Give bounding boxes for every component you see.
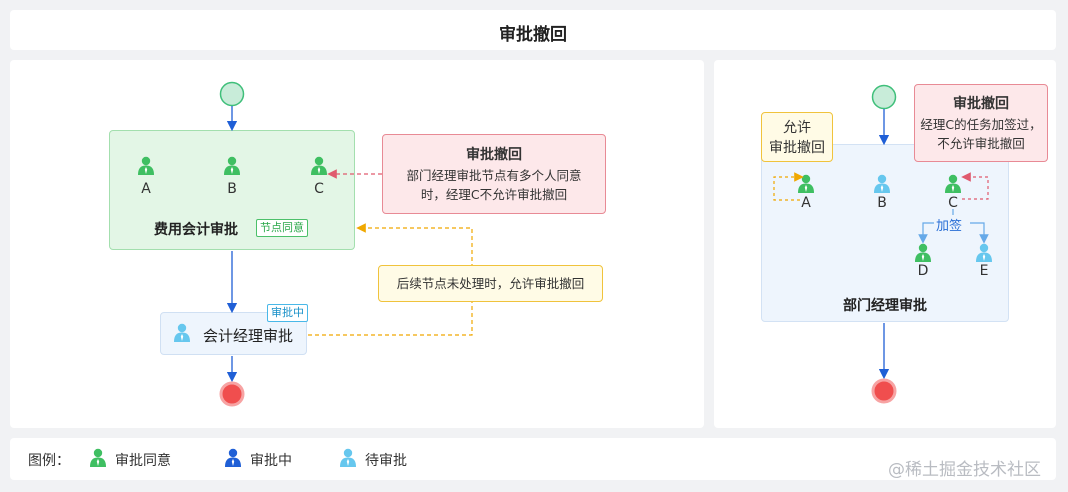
note-withdraw-allowed: 后续节点未处理时，允许审批撤回 <box>378 265 603 302</box>
note-line: 允许 <box>783 120 811 136</box>
person-icon-b <box>874 174 890 193</box>
diagram-graphics <box>90 81 992 467</box>
add-sign-label: 加签 <box>936 219 963 234</box>
status-badge: 节点同意 <box>256 219 308 237</box>
person-icon-accmgr <box>174 323 190 342</box>
approver-label-a: A <box>801 195 811 211</box>
person-icon-b <box>224 156 240 175</box>
approver-label-b: B <box>227 181 237 197</box>
watermark: @稀土掘金技术社区 <box>888 460 1041 480</box>
note-title: 审批撤回 <box>466 147 522 163</box>
accountant-manager-label: 会计经理审批 <box>203 327 294 345</box>
expense-node-label: 费用会计审批 <box>154 222 238 238</box>
dept-node-label: 部门经理审批 <box>843 298 927 314</box>
legend-label-approved: 审批同意 <box>115 453 171 469</box>
approver-label-d: D <box>917 263 929 279</box>
start-node-left <box>219 81 245 107</box>
note-line: 后续节点未处理时，允许审批撤回 <box>396 276 585 291</box>
legend-icon-pending <box>340 448 356 467</box>
approver-label-a: A <box>141 181 151 197</box>
note-withdraw-allowed: 允许 审批撤回 <box>761 112 833 162</box>
person-icon-c <box>311 156 327 175</box>
person-icon-e <box>976 243 992 262</box>
note-withdraw-disallowed: 审批撤回 部门经理审批节点有多个人同意 时，经理C不允许审批撤回 <box>382 134 606 214</box>
status-badge: 审批中 <box>267 304 308 322</box>
note-line: 不允许审批撤回 <box>937 136 1025 151</box>
legend-icon-approved <box>90 448 106 467</box>
person-icon-c <box>945 174 961 193</box>
note-title: 审批撤回 <box>953 96 1009 112</box>
note-line: 审批撤回 <box>769 140 825 156</box>
dashed-connector-pink <box>961 172 989 200</box>
legend-icon-in-progress <box>225 448 241 467</box>
note-line: 时，经理C不允许审批撤回 <box>420 187 568 202</box>
approver-label-b: B <box>877 195 887 211</box>
person-icon-d <box>915 243 931 262</box>
approver-label-c: C <box>948 195 958 211</box>
legend-title: 图例： <box>28 453 70 469</box>
approver-label-c: C <box>314 181 324 197</box>
end-node-right <box>871 378 897 404</box>
person-icon-a <box>138 156 154 175</box>
legend-label-in-progress: 审批中 <box>250 453 292 469</box>
end-node-left <box>219 381 245 407</box>
legend-label-pending: 待审批 <box>365 453 407 469</box>
note-line: 经理C的任务加签过， <box>920 117 1042 132</box>
person-icon-a <box>798 174 814 193</box>
approver-label-e: E <box>979 263 989 279</box>
note-line: 部门经理审批节点有多个人同意 <box>406 168 582 183</box>
note-withdraw-disallowed: 审批撤回 经理C的任务加签过， 不允许审批撤回 <box>914 84 1048 162</box>
start-node-right <box>871 84 897 110</box>
